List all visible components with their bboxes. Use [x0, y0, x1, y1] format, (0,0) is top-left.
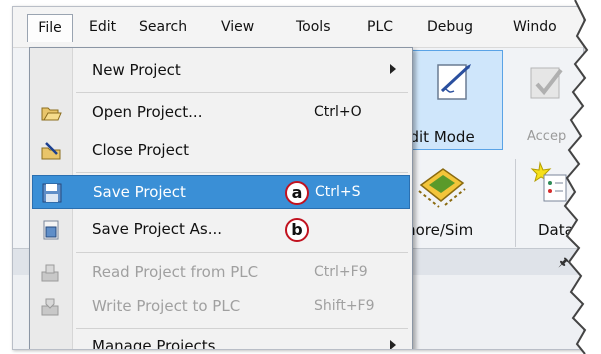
menu-edit[interactable]: Edit: [89, 16, 116, 38]
open-folder-icon: [41, 107, 62, 121]
menu-item-save-project-as[interactable]: Save Project As...: [32, 213, 410, 247]
manage-projects-label: Manage Projects: [92, 337, 216, 350]
open-project-shortcut: Ctrl+O: [314, 104, 362, 120]
submenu-arrow-icon: [390, 340, 396, 349]
menu-search[interactable]: Search: [139, 16, 187, 38]
screenshot: File Edit Search View Tools PLC Debug Wi…: [0, 0, 601, 354]
edit-mode-icon: [437, 64, 471, 100]
application-window: File Edit Search View Tools PLC Debug Wi…: [12, 6, 584, 350]
menu-item-close-project[interactable]: Close Project: [32, 134, 410, 168]
submenu-arrow-icon: [390, 64, 396, 74]
menu-item-new-project[interactable]: New Project: [32, 54, 410, 88]
save-disk-icon: [42, 183, 62, 203]
write-plc-icon: [41, 298, 59, 316]
save-project-label: Save Project: [93, 183, 186, 201]
menu-item-open-project[interactable]: Open Project... Ctrl+O: [32, 96, 410, 130]
callout-b-badge: b: [285, 218, 309, 242]
menu-debug[interactable]: Debug: [427, 16, 473, 38]
simulator-chip-icon: [418, 168, 466, 208]
menu-separator: [76, 252, 408, 253]
file-menu-dropdown: New Project Open Project... Ctrl+O Close…: [29, 47, 413, 350]
menu-separator: [76, 328, 408, 329]
new-project-label: New Project: [92, 61, 181, 79]
menu-view[interactable]: View: [221, 16, 254, 38]
write-project-shortcut: Shift+F9: [314, 298, 375, 314]
open-project-label: Open Project...: [92, 103, 203, 121]
write-project-label: Write Project to PLC: [92, 297, 241, 315]
menu-bar: File Edit Search View Tools PLC Debug Wi…: [13, 7, 583, 48]
menu-separator: [76, 172, 408, 173]
menu-window[interactable]: Windo: [513, 16, 557, 38]
read-project-shortcut: Ctrl+F9: [314, 264, 368, 280]
menu-tools[interactable]: Tools: [296, 16, 331, 38]
save-project-shortcut: Ctrl+S: [315, 184, 361, 200]
menu-plc[interactable]: PLC: [367, 16, 393, 38]
menu-item-read-project-from-plc[interactable]: Read Project from PLC Ctrl+F9: [32, 256, 410, 290]
torn-edge-decoration: [563, 0, 601, 354]
close-project-label: Close Project: [92, 141, 189, 159]
menu-item-write-project-to-plc[interactable]: Write Project to PLC Shift+F9: [32, 290, 410, 324]
read-project-label: Read Project from PLC: [92, 263, 259, 281]
close-project-icon: [41, 142, 61, 160]
menu-item-save-project[interactable]: Save Project Ctrl+S: [32, 175, 410, 209]
read-plc-icon: [41, 264, 59, 282]
callout-a-badge: a: [285, 181, 309, 205]
menu-file[interactable]: File: [27, 14, 73, 42]
save-as-icon: [43, 220, 59, 240]
menu-item-manage-projects[interactable]: Manage Projects: [32, 330, 410, 350]
menu-separator: [76, 92, 408, 93]
save-project-as-label: Save Project As...: [92, 220, 223, 238]
